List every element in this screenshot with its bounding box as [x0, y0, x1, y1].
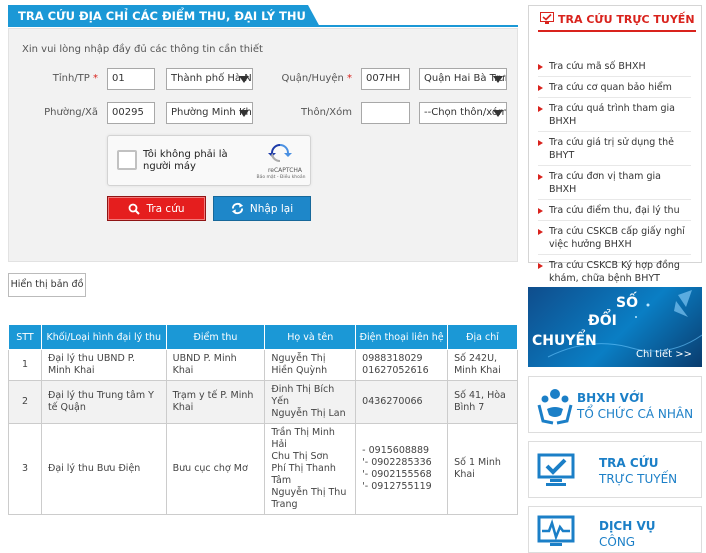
table-cell: Đại lý thu Trung tâm Y tế Quận — [40, 380, 167, 424]
service-banner-line1: DỊCH VỤ — [599, 519, 656, 533]
table-cell: Số 1 Minh Khai — [447, 423, 518, 515]
province-code-input[interactable]: 01 — [107, 68, 155, 90]
results-table: STT Khối/Loại hình đại lý thu Điểm thu H… — [8, 324, 518, 515]
reset-button[interactable]: Nhập lại — [213, 196, 311, 221]
monitor-pulse-icon — [537, 515, 575, 546]
table-cell: Trạm y tế P. Minh Khai — [165, 380, 266, 424]
district-label: Quận/Huyện * — [281, 73, 353, 84]
sidebar-item[interactable]: Tra cứu giá trị sử dụng thẻ BHYT — [538, 133, 691, 166]
monitor-check-icon — [537, 453, 575, 486]
search-button[interactable]: Tra cứu — [107, 196, 206, 221]
ward-select[interactable]: Phường Minh Khai — [166, 102, 253, 124]
col-header: Họ và tên — [264, 324, 357, 350]
table-cell: Bưu cục chợ Mơ — [165, 423, 266, 515]
banner-word-doi: ĐỔI — [588, 313, 617, 329]
col-header: STT — [8, 324, 42, 350]
col-header: Điểm thu — [165, 324, 266, 350]
bhxh-banner-line1: BHXH VỚI — [577, 391, 644, 405]
lookup-banner-line2: TRỰC TUYẾN — [599, 472, 678, 486]
province-label: Tỉnh/TP * — [52, 73, 98, 84]
form-intro: Xin vui lòng nhập đầy đủ các thông tin c… — [22, 44, 263, 55]
captcha-text: Tôi không phải là người máy — [143, 149, 228, 172]
village-label: Thôn/Xóm — [301, 107, 352, 118]
online-lookup-banner[interactable]: TRA CỨU TRỰC TUYẾN — [528, 441, 702, 498]
sidebar-item[interactable]: Tra cứu điểm thu, đại lý thu — [538, 201, 691, 221]
captcha-terms-link[interactable]: Bảo mật - Điều khoản — [251, 175, 311, 180]
district-select[interactable]: Quận Hai Bà Trưng — [419, 68, 507, 90]
table-cell: 2 — [8, 380, 42, 424]
table-row: 1 Đại lý thu UBND P. Minh Khai UBND P. Min… — [8, 349, 518, 381]
province-select[interactable]: Thành phố Hà Nội — [166, 68, 253, 90]
banner-word-so: SỐ — [616, 295, 638, 311]
captcha-brand: reCAPTCHA — [267, 167, 303, 174]
village-select[interactable]: --Chọn thôn/xóm-- — [419, 102, 507, 124]
search-button-label: Tra cứu — [146, 202, 185, 215]
col-header: Địa chỉ — [447, 324, 518, 350]
section-header: TRA CỨU ĐỊA CHỈ CÁC ĐIỂM THU, ĐẠI LÝ THU — [8, 5, 518, 27]
public-service-banner[interactable]: DỊCH VỤ CÔNG — [528, 506, 702, 553]
service-banner-line2: CÔNG — [599, 535, 636, 549]
sidebar-header: TRA CỨU TRỰC TUYẾN — [538, 10, 696, 32]
section-title: TRA CỨU ĐỊA CHỈ CÁC ĐIỂM THU, ĐẠI LÝ THU — [8, 5, 320, 27]
table-cell: 0436270066 — [355, 380, 449, 424]
col-header: Khối/Loại hình đại lý thu — [40, 324, 167, 350]
bhxh-organization-banner[interactable]: BHXH VỚI TỔ CHỨC CÁ NHÂN — [528, 376, 702, 433]
banner-word-chuyen: CHUYỂN — [532, 333, 597, 349]
table-cell: Đinh Thị Bích Yến Nguyễn Thị Lan — [264, 380, 357, 424]
chevron-down-icon — [493, 110, 503, 117]
table-cell: - 0915608889 '- 0902285336 '- 0902155568… — [355, 423, 449, 515]
table-cell: Nguyễn Thị Hiền Quỳnh — [264, 349, 357, 381]
table-row: 2 Đại lý thu Trung tâm Y tế Quận Trạm y tế… — [8, 380, 518, 424]
sidebar-item[interactable]: Tra cứu quá trình tham gia BHXH — [538, 99, 691, 132]
table-cell: 3 — [8, 423, 42, 515]
table-cell: Số 41, Hòa Bình 7 — [447, 380, 518, 424]
refresh-icon — [231, 202, 243, 215]
table-cell: Trần Thị Minh Hải Chu Thị Sơn Phí Thị Th… — [264, 423, 357, 515]
district-code-input[interactable]: 007HH — [361, 68, 410, 90]
col-header: Điện thoại liên hệ — [355, 324, 449, 350]
chevron-down-icon — [239, 76, 249, 83]
bhxh-banner-line2: TỔ CHỨC CÁ NHÂN — [577, 407, 694, 421]
chevron-down-icon — [493, 76, 503, 83]
monitor-check-icon — [540, 12, 554, 24]
sidebar-item[interactable]: Tra cứu CSKCB Ký hợp đồng khám, chữa bện… — [538, 256, 691, 289]
chevron-down-icon — [239, 110, 249, 117]
sidebar-title: TRA CỨU TRỰC TUYẾN — [558, 13, 695, 26]
sidebar-item[interactable]: Tra cứu mã số BHXH — [538, 57, 691, 77]
table-cell: UBND P. Minh Khai — [165, 349, 266, 381]
recaptcha-widget: Tôi không phải là người máy reCAPTCHA Bả… — [107, 135, 311, 186]
table-row: 3 Đại lý thu Bưu Điện Bưu cục chợ Mơ Trần T… — [8, 423, 518, 515]
table-header-row: STT Khối/Loại hình đại lý thu Điểm thu H… — [8, 324, 518, 350]
table-cell: Đại lý thu Bưu Điện — [40, 423, 167, 515]
sidebar-item[interactable]: Tra cứu CSKCB cấp giấy nghỉ việc hưởng B… — [538, 222, 691, 255]
recaptcha-logo-icon — [268, 144, 292, 162]
sidebar-item[interactable]: Tra cứu cơ quan bảo hiểm — [538, 78, 691, 98]
lookup-banner-line1: TRA CỨU — [599, 456, 659, 470]
table-cell: Đại lý thu UBND P. Minh Khai — [40, 349, 167, 381]
ward-label: Phường/Xã — [44, 107, 98, 118]
show-map-button[interactable]: Hiển thị bản đồ — [8, 273, 86, 297]
captcha-checkbox[interactable] — [117, 150, 137, 170]
sidebar-item[interactable]: Tra cứu đơn vị tham gia BHXH — [538, 167, 691, 200]
digital-transformation-banner[interactable]: SỐ ĐỔI CHUYỂN Chi tiết >> — [528, 287, 702, 367]
banner-more-link[interactable]: Chi tiết >> — [636, 349, 692, 360]
village-code-input[interactable] — [361, 102, 410, 124]
table-cell: Số 242U, Minh Khai — [447, 349, 518, 381]
people-heart-icon — [537, 389, 573, 425]
table-cell: 0988318029 01627052616 — [355, 349, 449, 381]
reset-button-label: Nhập lại — [249, 202, 294, 215]
ward-code-input[interactable]: 00295 — [107, 102, 155, 124]
search-icon — [129, 203, 141, 215]
sidebar-menu: Tra cứu mã số BHXH Tra cứu cơ quan bảo hi… — [538, 57, 691, 311]
table-cell: 1 — [8, 349, 42, 381]
